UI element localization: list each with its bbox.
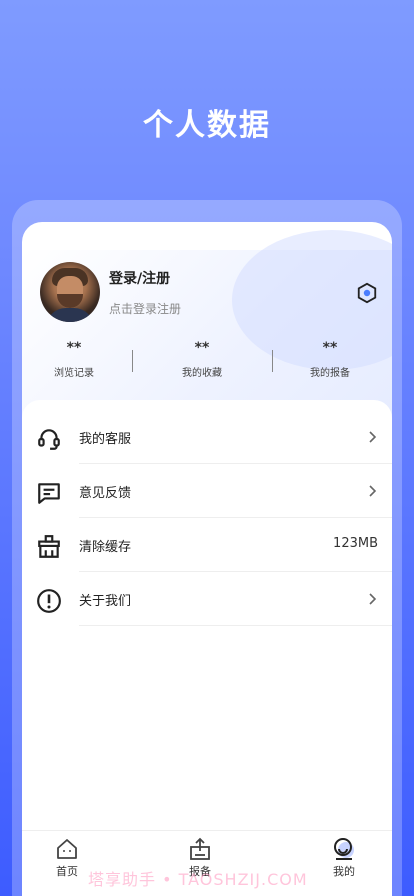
menu-item-about-us[interactable]: 关于我们 [22, 574, 392, 626]
stat-value: ** [194, 340, 210, 356]
page-title: 个人数据 [143, 108, 271, 143]
stat-label: 浏览记录 [54, 368, 94, 379]
login-register-link[interactable]: 登录/注册 [109, 268, 170, 288]
cache-size-value: 123MB [333, 536, 378, 551]
menu-item-label: 我的客服 [79, 432, 132, 447]
stat-value: ** [66, 340, 82, 356]
menu-divider [79, 463, 392, 464]
settings-icon[interactable] [356, 282, 378, 304]
tab-label: 我的 [333, 865, 355, 878]
clear-cache-icon [38, 535, 60, 558]
chevron-right-icon [369, 431, 377, 443]
menu-item-clear-cache[interactable]: 清除缓存 123MB [22, 520, 392, 572]
stat-label: 我的报备 [310, 368, 350, 379]
stat-divider [132, 350, 133, 372]
feedback-icon [38, 483, 60, 504]
watermark: 塔享助手 • TAOSHZIJ.COM [88, 870, 308, 889]
menu-item-feedback[interactable]: 意见反馈 [22, 466, 392, 518]
settings-menu: 我的客服 意见反馈 清除缓存 123MB 关于我们 [22, 400, 392, 850]
stats-row: ** 浏览记录 ** 我的收藏 ** 我的报备 [22, 340, 392, 390]
stat-reports[interactable]: ** 我的报备 [278, 340, 382, 379]
stat-browse-history[interactable]: ** 浏览记录 [22, 340, 126, 379]
info-icon [37, 589, 61, 613]
menu-item-label: 意见反馈 [79, 486, 132, 501]
stat-favorites[interactable]: ** 我的收藏 [150, 340, 254, 379]
menu-item-label: 清除缓存 [79, 540, 132, 555]
stat-value: ** [322, 340, 338, 356]
menu-divider [79, 625, 392, 626]
chevron-right-icon [369, 485, 377, 497]
profile-icon [334, 838, 354, 860]
login-hint[interactable]: 点击登录注册 [109, 300, 181, 317]
stat-divider [272, 350, 273, 372]
headset-icon [38, 429, 60, 450]
menu-divider [79, 571, 392, 572]
chevron-right-icon [369, 593, 377, 605]
report-icon [190, 837, 210, 860]
avatar-shirt [46, 308, 94, 322]
menu-divider [79, 517, 392, 518]
menu-item-label: 关于我们 [79, 594, 132, 609]
avatar-beard [57, 294, 83, 308]
home-icon [57, 839, 77, 859]
profile-screen: 登录/注册 点击登录注册 ** 浏览记录 ** 我的收藏 ** 我的报备 我的客… [22, 222, 392, 896]
avatar[interactable] [40, 262, 100, 322]
menu-item-customer-service[interactable]: 我的客服 [22, 412, 392, 464]
tab-profile[interactable]: 我的 [314, 837, 374, 879]
stat-label: 我的收藏 [182, 368, 222, 379]
